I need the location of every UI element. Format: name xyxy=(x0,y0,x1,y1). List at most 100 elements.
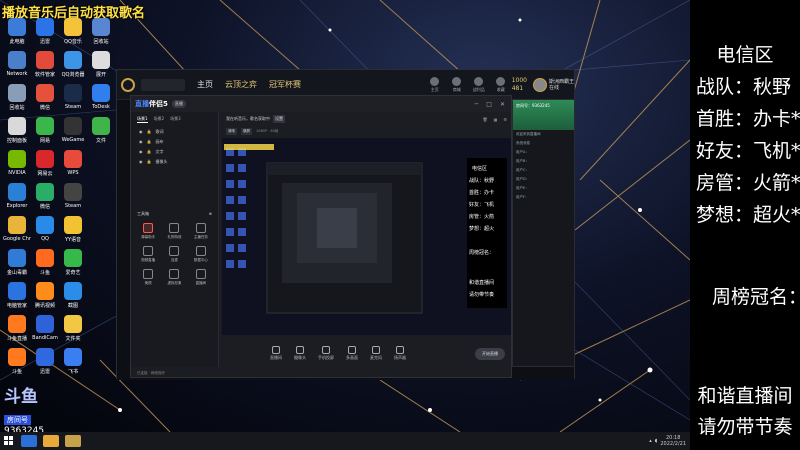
tab-scene-2[interactable]: 场景2 xyxy=(154,116,165,123)
desktop-icon[interactable]: 斗鱼直播 xyxy=(3,315,31,342)
orientation-chip[interactable]: 横屏 xyxy=(241,127,252,135)
windows-start-icon[interactable] xyxy=(0,432,18,450)
desktop-icon[interactable]: 控制面板 xyxy=(3,117,31,144)
lock-icon[interactable]: 🔒 xyxy=(147,139,152,145)
toolbox-item[interactable]: 弹幕助手 xyxy=(135,223,161,240)
client-logo-icon[interactable] xyxy=(121,77,135,92)
desktop-icon[interactable]: 网易云 xyxy=(31,150,59,177)
room-chat-panel[interactable]: 房间号：9363245 欢迎来到直播间 系统消息 用户A： 用户B： 用户C： 用户D： 用… xyxy=(512,99,575,367)
user-profile[interactable]: 斯洲西霸王 在线 xyxy=(532,77,574,92)
gear-icon[interactable]: ⚙ xyxy=(503,117,507,122)
bottom-bar-button[interactable]: 直播间 xyxy=(270,346,282,361)
lock-icon[interactable]: 🔒 xyxy=(147,129,152,135)
bottom-bar-button[interactable]: 摄像头 xyxy=(294,346,306,361)
network-icon[interactable]: ▴ xyxy=(649,438,652,444)
client-home-icon[interactable]: 主页 xyxy=(424,76,446,93)
live-pill[interactable]: 直播 xyxy=(171,100,186,108)
desktop-icon[interactable]: 展开 xyxy=(87,51,115,78)
taskbar-app-icon[interactable] xyxy=(21,435,37,447)
scene-layer-item[interactable]: ◉ 🔒 摄像头 xyxy=(131,157,218,167)
lock-icon[interactable]: 🔒 xyxy=(147,149,152,155)
desktop-icon[interactable]: 金山毒霸 xyxy=(3,249,31,276)
lock-icon[interactable]: 🔒 xyxy=(147,159,152,165)
desktop-icon[interactable]: QQ浏览器 xyxy=(59,51,87,78)
toolbox-item[interactable]: 美颜 xyxy=(135,269,161,286)
desktop-icon[interactable]: Google Chrome xyxy=(3,216,31,242)
desktop-icon[interactable]: NVIDIA xyxy=(3,150,31,176)
bottom-bar-button[interactable]: 多画面 xyxy=(346,346,358,361)
taskbar-app-icon[interactable] xyxy=(65,435,81,447)
avatar[interactable] xyxy=(532,77,547,92)
desktop-icon[interactable]: 截图 xyxy=(59,282,87,309)
desktop-icon[interactable]: QQ xyxy=(31,216,59,242)
close-icon[interactable]: ✕ xyxy=(500,101,505,108)
desktop-icon[interactable]: 斗鱼 xyxy=(3,348,31,375)
desktop-icon[interactable]: 软件管家 xyxy=(31,51,59,78)
toolbox-item[interactable]: 视频直播 xyxy=(135,246,161,263)
toolbox-item[interactable]: 礼物特效 xyxy=(161,223,187,240)
desktop-icon[interactable]: 回收站 xyxy=(87,18,115,45)
desktop-icon[interactable]: ToDesk xyxy=(87,84,115,110)
nav-home[interactable]: 主页 xyxy=(197,79,213,90)
taskbar-app-icon[interactable] xyxy=(43,435,59,447)
stream-preview[interactable]: 电信区 战队：秋野 首胜：办卡 好友：飞机 房管：火箭 梦想：超火 周榜冠名： … xyxy=(222,138,511,335)
desktop-icon[interactable]: QQ音乐 xyxy=(59,18,87,45)
desktop-icon[interactable]: Explorer xyxy=(3,183,31,209)
desktop-icon[interactable]: YY语音 xyxy=(59,216,87,243)
toolbox-item[interactable]: 连麦 xyxy=(161,246,187,263)
bottom-bar-button[interactable]: 麦克风 xyxy=(370,346,382,361)
desktop-icon[interactable]: Steam xyxy=(59,84,87,110)
desktop-icon[interactable]: 微信 xyxy=(31,183,59,210)
eye-icon[interactable]: ◉ xyxy=(139,149,143,155)
clock[interactable]: 20:18 2022/2/21 xyxy=(660,435,686,447)
nav-tft[interactable]: 云顶之弈 xyxy=(225,79,257,90)
desktop-icon[interactable]: 此电脑 xyxy=(3,18,31,45)
desktop-icon[interactable]: 文件 xyxy=(87,117,115,144)
desktop-icon[interactable]: 腾讯视频 xyxy=(31,282,59,309)
desktop-icon[interactable]: Network xyxy=(3,51,31,77)
toolbox-add-icon[interactable]: ⊕ xyxy=(209,211,212,217)
minimize-icon[interactable]: ─ xyxy=(475,101,479,108)
desktop-icon[interactable]: 斗鱼 xyxy=(31,249,59,276)
desktop-icon[interactable]: 飞书 xyxy=(59,348,87,375)
desktop-icon[interactable]: 电脑管家 xyxy=(3,282,31,309)
toolbox-item[interactable]: 主播任务 xyxy=(188,223,214,240)
eye-icon[interactable]: ◉ xyxy=(139,159,143,165)
volume-icon[interactable]: ◖ xyxy=(655,438,658,444)
client-collection-icon[interactable]: 收藏 xyxy=(490,76,512,93)
desktop-icon[interactable]: 迅雷 xyxy=(31,18,59,45)
toolbox-item[interactable]: 数据中心 xyxy=(188,246,214,263)
nav-champion-cup[interactable]: 冠军杯赛 xyxy=(269,79,301,90)
desktop-icon[interactable]: 爱奇艺 xyxy=(59,249,87,276)
tab-scene-3[interactable]: 场景3 xyxy=(170,116,181,123)
bottom-bar-button[interactable]: 手机投屏 xyxy=(318,346,334,361)
client-search-input[interactable] xyxy=(141,78,185,91)
layout-icon[interactable]: ▦ xyxy=(494,117,498,122)
scene-layer-item[interactable]: ◉ 🔒 画布 xyxy=(131,137,218,147)
desktop-icon[interactable]: WPS xyxy=(59,150,87,176)
desktop-icon[interactable]: 微信 xyxy=(31,84,59,111)
bottom-bar-button[interactable]: 扬声器 xyxy=(394,346,406,361)
stream-companion-window[interactable]: 直播伴侣5 直播 ─ □ ✕ 场景1 场景2 场景3 ◉ 🔒 歌词 ◉ 🔒 画布 ◉ 🔒 文字 ◉… xyxy=(130,95,512,378)
desktop-icon[interactable]: Steam xyxy=(59,183,87,209)
desktop-icon[interactable]: 迅雷 xyxy=(31,348,59,375)
client-loot-icon[interactable]: 战利品 xyxy=(468,76,490,93)
tab-scene-1[interactable]: 场景1 xyxy=(137,116,148,123)
quality-chip[interactable]: 清晰 xyxy=(226,127,237,135)
desktop-icon[interactable]: 文件夹 xyxy=(59,315,87,342)
start-live-button[interactable]: 开始直播 xyxy=(475,347,505,360)
trash-icon[interactable]: 🗑 xyxy=(483,117,488,122)
toolbox-item[interactable]: 直播间 xyxy=(188,269,214,286)
eye-icon[interactable]: ◉ xyxy=(139,139,143,145)
desktop-icon[interactable]: 网易 xyxy=(31,117,59,144)
scene-layer-item[interactable]: ◉ 🔒 文字 xyxy=(131,147,218,157)
eye-icon[interactable]: ◉ xyxy=(139,129,143,135)
client-store-icon[interactable]: 商城 xyxy=(446,76,468,93)
desktop-icon[interactable]: BandiCam xyxy=(31,315,59,341)
desktop-icon[interactable]: WeGame xyxy=(59,117,87,143)
settings-button[interactable]: 设置 xyxy=(273,115,285,123)
toolbox-item[interactable]: 虚拟形象 xyxy=(161,269,187,286)
scene-layer-item[interactable]: ◉ 🔒 歌词 xyxy=(131,127,218,137)
desktop-icon[interactable]: 回收站 xyxy=(3,84,31,111)
maximize-icon[interactable]: □ xyxy=(486,101,492,108)
